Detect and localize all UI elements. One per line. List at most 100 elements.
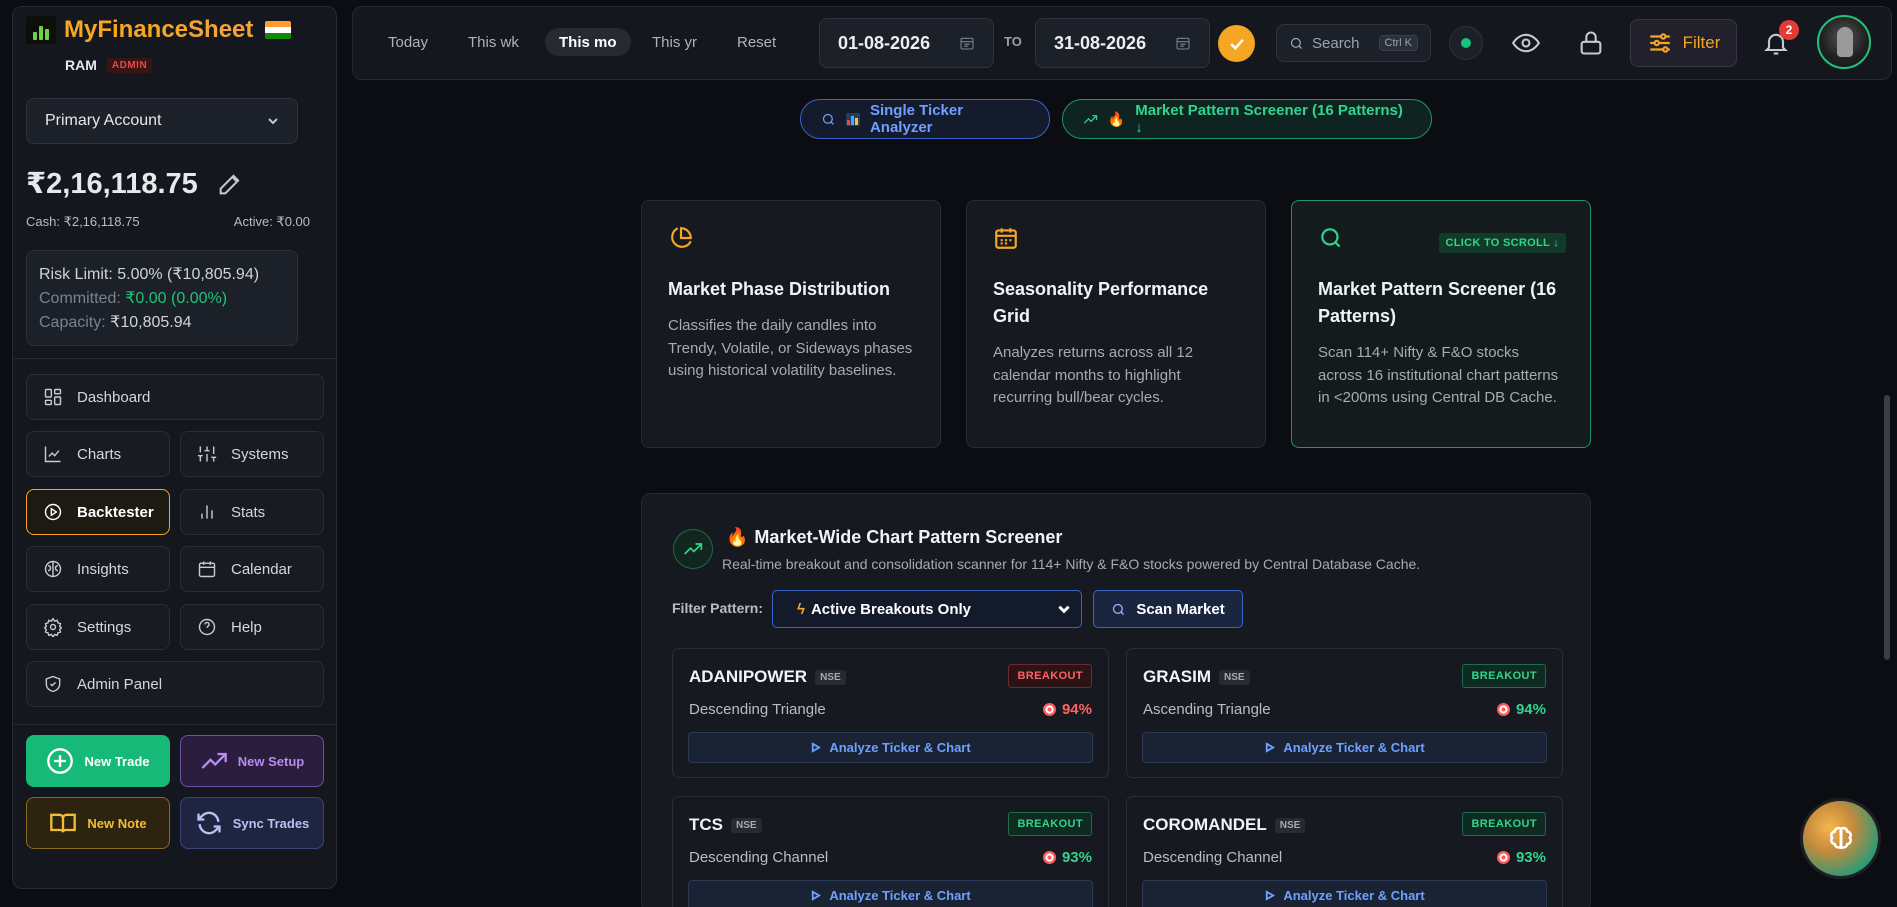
- sync-trades-button[interactable]: Sync Trades: [180, 797, 324, 849]
- tab-single-ticker-analyzer[interactable]: Single Ticker Analyzer: [800, 99, 1050, 139]
- analyze-ticker-button[interactable]: Analyze Ticker & Chart: [688, 732, 1093, 763]
- sidebar-item-stats[interactable]: Stats: [180, 489, 324, 535]
- feature-card-pattern-screener[interactable]: CLICK TO SCROLL ↓ Market Pattern Screene…: [1291, 200, 1591, 448]
- account-select[interactable]: Primary Account: [26, 98, 298, 144]
- feature-card-seasonality[interactable]: Seasonality Performance Grid Analyzes re…: [966, 200, 1266, 448]
- sidebar-item-help[interactable]: Help: [180, 604, 324, 650]
- user-line: RAM ADMIN: [65, 57, 153, 73]
- edit-icon[interactable]: [216, 170, 244, 198]
- stock-confidence: 93%: [1496, 849, 1546, 866]
- sliders-icon: [197, 446, 217, 462]
- new-note-button[interactable]: New Note: [26, 797, 170, 849]
- ai-assistant-button[interactable]: [1803, 801, 1878, 876]
- app-root: MyFinanceSheet RAM ADMIN Primary Account…: [0, 0, 1897, 907]
- stock-confidence: 94%: [1042, 701, 1092, 718]
- stock-pattern: Descending Triangle: [689, 701, 826, 718]
- feature-title: Seasonality Performance Grid: [993, 279, 1209, 326]
- period-this-week[interactable]: This wk: [454, 28, 533, 56]
- brand[interactable]: MyFinanceSheet: [26, 16, 292, 44]
- feature-title: Market Phase Distribution: [668, 279, 891, 299]
- role-badge: ADMIN: [106, 57, 153, 73]
- sidebar-item-settings[interactable]: Settings: [26, 604, 170, 650]
- feature-card-market-phase[interactable]: Market Phase Distribution Classifies the…: [641, 200, 941, 448]
- filter-button[interactable]: Filter: [1630, 19, 1737, 67]
- analyze-ticker-button[interactable]: Analyze Ticker & Chart: [1142, 732, 1547, 763]
- apply-date-button[interactable]: [1218, 25, 1255, 62]
- grid-icon: [44, 388, 62, 406]
- date-to-input[interactable]: 31-08-2026: [1035, 18, 1210, 68]
- avatar[interactable]: [1817, 15, 1871, 69]
- shield-icon: [45, 675, 61, 693]
- search-input[interactable]: Search Ctrl K: [1276, 24, 1431, 62]
- bolt-icon: ϟ: [797, 600, 805, 618]
- period-today[interactable]: Today: [374, 28, 442, 56]
- stock-name: COROMANDEL NSE: [1143, 815, 1306, 835]
- fire-icon: 🔥: [1107, 110, 1126, 127]
- brain-icon: [44, 560, 62, 578]
- new-setup-button[interactable]: New Setup: [180, 735, 324, 787]
- brand-title: MyFinanceSheet: [64, 16, 254, 43]
- search-icon: [1113, 603, 1125, 615]
- stock-card: ADANIPOWER NSE BREAKOUT Descending Triang…: [672, 648, 1109, 778]
- stock-card: GRASIM NSE BREAKOUT Ascending Triangle 94…: [1126, 648, 1563, 778]
- visibility-toggle[interactable]: [1509, 26, 1543, 60]
- period-this-year[interactable]: This yr: [638, 28, 711, 56]
- target-icon: [1042, 851, 1056, 864]
- sidebar-item-admin-panel[interactable]: Admin Panel: [26, 661, 324, 707]
- analyze-ticker-button[interactable]: Analyze Ticker & Chart: [688, 880, 1093, 907]
- sync-icon: [197, 811, 221, 835]
- brand-logo-icon: [26, 16, 56, 44]
- connection-status[interactable]: [1449, 26, 1483, 60]
- sidebar-item-dashboard[interactable]: Dashboard: [26, 374, 324, 420]
- period-reset[interactable]: Reset: [723, 28, 790, 56]
- page-scrollbar[interactable]: [1884, 395, 1890, 660]
- play-icon: [1266, 742, 1276, 753]
- risk-box: Risk Limit: 5.00% (₹10,805.94) Committed…: [26, 250, 298, 346]
- stock-name: TCS NSE: [689, 815, 762, 835]
- sidebar-item-backtester[interactable]: Backtester: [26, 489, 170, 535]
- stock-name: ADANIPOWER NSE: [689, 667, 846, 687]
- book-icon: [50, 813, 77, 833]
- stock-pattern: Descending Channel: [689, 849, 829, 866]
- pattern-screener-panel: 🔥 Market-Wide Chart Pattern Screener Rea…: [641, 493, 1591, 907]
- user-name: RAM: [65, 57, 97, 73]
- analyze-ticker-button[interactable]: Analyze Ticker & Chart: [1142, 880, 1547, 907]
- screener-title: 🔥 Market-Wide Chart Pattern Screener: [726, 527, 1063, 547]
- cash-value: Cash: ₹2,16,118.75: [26, 214, 140, 229]
- filter-sliders-icon: [1649, 33, 1670, 53]
- filter-pattern-select[interactable]: ϟ Active Breakouts Only: [772, 590, 1082, 628]
- pie-chart-icon: [671, 227, 692, 248]
- exchange-badge: NSE: [731, 817, 762, 833]
- cash-line: Cash: ₹2,16,118.75 Active: ₹0.00: [26, 214, 310, 230]
- sidebar-item-systems[interactable]: Systems: [180, 431, 324, 477]
- click-to-scroll-tag[interactable]: CLICK TO SCROLL ↓: [1438, 233, 1566, 253]
- trending-up-icon: [1083, 114, 1098, 124]
- sidebar-divider-bottom: [12, 724, 337, 725]
- active-value: Active: ₹0.00: [233, 214, 310, 229]
- target-icon: [1496, 851, 1510, 864]
- new-trade-button[interactable]: New Trade: [26, 735, 170, 787]
- lock-button[interactable]: [1574, 26, 1608, 60]
- period-this-month[interactable]: This mo: [545, 28, 631, 56]
- fire-icon: 🔥: [726, 527, 749, 547]
- sidebar-item-calendar[interactable]: Calendar: [180, 546, 324, 592]
- date-from-input[interactable]: 01-08-2026: [819, 18, 994, 68]
- india-flag-icon: [265, 21, 292, 39]
- play-icon: [812, 742, 822, 753]
- stock-confidence: 94%: [1496, 701, 1546, 718]
- search-icon: [822, 113, 834, 125]
- calendar-grid-icon: [995, 228, 1017, 249]
- status-badge: BREAKOUT: [1008, 812, 1092, 836]
- calendar-icon: [960, 37, 974, 50]
- play-icon: [1266, 890, 1276, 901]
- sidebar-item-charts[interactable]: Charts: [26, 431, 170, 477]
- trending-up-icon: [673, 529, 713, 569]
- scan-market-button[interactable]: Scan Market: [1093, 590, 1243, 628]
- balance-value: ₹2,16,118.75: [26, 168, 198, 200]
- sidebar-item-insights[interactable]: Insights: [26, 546, 170, 592]
- status-dot-icon: [1461, 38, 1471, 48]
- account-select-value: Primary Account: [45, 112, 162, 129]
- tab-market-pattern-screener[interactable]: 🔥 Market Pattern Screener (16 Patterns) …: [1062, 99, 1432, 139]
- chevron-down-icon: [1058, 605, 1070, 614]
- eye-icon: [1512, 33, 1540, 53]
